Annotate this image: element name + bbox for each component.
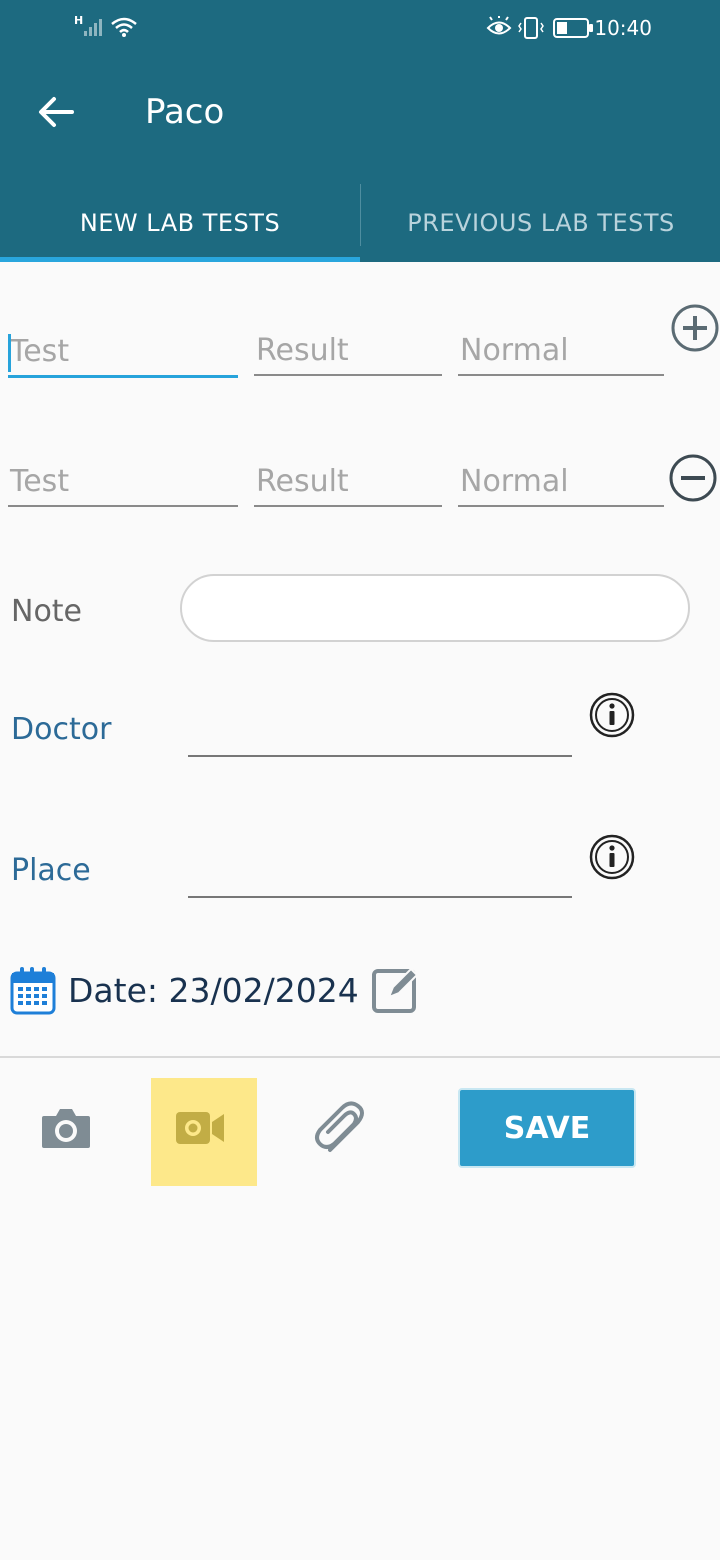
result-placeholder: Result (256, 332, 349, 368)
status-bar: H 10:40 (0, 0, 720, 56)
calendar-icon[interactable] (10, 965, 56, 1015)
paperclip-icon[interactable] (314, 1100, 368, 1156)
remove-icon[interactable] (668, 453, 718, 503)
test-placeholder: Test (10, 334, 70, 369)
normal-placeholder: Normal (460, 463, 569, 499)
result-input[interactable]: Result (254, 457, 442, 507)
tab-new-lab-tests[interactable]: NEW LAB TESTS (0, 184, 360, 262)
tab-indicator (0, 257, 360, 262)
status-time: 10:40 (594, 16, 652, 40)
normal-placeholder: Normal (460, 332, 569, 368)
video-icon[interactable] (174, 1108, 226, 1148)
test-placeholder: Test (10, 463, 70, 499)
doctor-label: Doctor (11, 712, 112, 747)
test-name-input[interactable]: Test (8, 328, 238, 378)
normal-input[interactable]: Normal (458, 457, 664, 507)
divider (0, 1056, 720, 1058)
doctor-info-icon[interactable] (588, 691, 636, 739)
result-input[interactable]: Result (254, 326, 442, 376)
back-arrow-icon[interactable] (36, 92, 76, 132)
wifi-icon (111, 17, 137, 37)
date-row: Date: 23/02/2024 (10, 964, 421, 1016)
place-label: Place (11, 853, 91, 888)
normal-input[interactable]: Normal (458, 326, 664, 376)
eye-icon (486, 16, 512, 35)
place-info-icon[interactable] (588, 833, 636, 881)
note-label: Note (11, 594, 83, 629)
edit-date-icon[interactable] (371, 965, 421, 1015)
save-button[interactable]: SAVE (458, 1088, 636, 1168)
result-placeholder: Result (256, 463, 349, 499)
vibrate-icon (518, 17, 544, 39)
note-input[interactable] (180, 574, 690, 642)
doctor-input[interactable] (188, 755, 572, 757)
add-icon[interactable] (670, 303, 720, 353)
signal-icon (84, 19, 102, 36)
page-title: Paco (145, 92, 225, 132)
tab-divider (360, 184, 361, 246)
app-bar: H 10:40 Paco NEW LAB TESTS PREVIOUS LAB … (0, 0, 720, 262)
camera-icon[interactable] (40, 1106, 92, 1150)
place-input[interactable] (188, 896, 572, 898)
text-cursor (8, 334, 11, 372)
date-text: Date: 23/02/2024 (68, 970, 359, 1010)
tab-previous-lab-tests[interactable]: PREVIOUS LAB TESTS (362, 184, 720, 262)
battery-icon (553, 18, 593, 38)
test-name-input[interactable]: Test (8, 457, 238, 507)
